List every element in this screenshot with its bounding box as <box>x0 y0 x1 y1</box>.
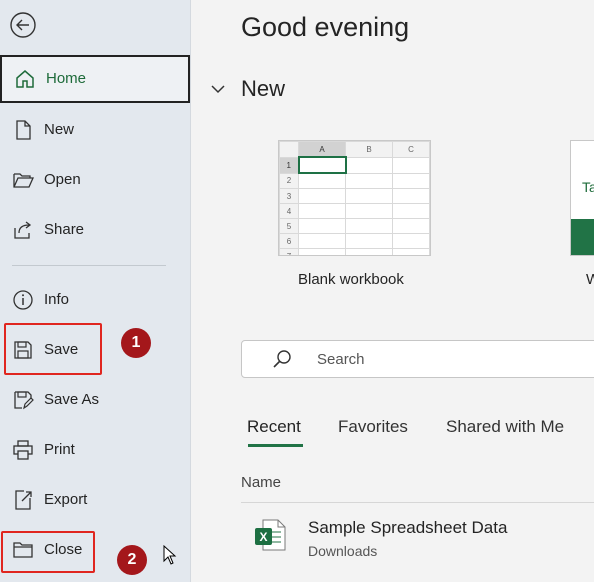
template-label: Blank workbook <box>298 271 404 288</box>
column-header: A <box>298 141 346 158</box>
folder-open-icon <box>12 169 35 191</box>
svg-text:X: X <box>259 530 267 544</box>
export-icon <box>12 489 34 511</box>
sidebar-item-share[interactable]: Share <box>0 206 190 254</box>
column-header: B <box>345 141 393 158</box>
search-input[interactable]: Search <box>241 340 594 378</box>
row-header: 5 <box>279 218 299 234</box>
sidebar-item-label: Export <box>44 491 88 508</box>
row-header: 6 <box>279 233 299 249</box>
info-icon <box>12 289 34 311</box>
search-placeholder: Search <box>317 351 365 368</box>
excel-file-icon: X <box>254 518 286 552</box>
step-badge-1: 1 <box>121 328 151 358</box>
sidebar-item-label: Info <box>44 291 70 308</box>
save-as-icon <box>12 389 34 411</box>
home-icon <box>14 68 36 90</box>
template-label: W <box>586 271 594 288</box>
row-header: 7 <box>279 248 299 255</box>
sidebar-item-label: Home <box>46 70 87 87</box>
sidebar-item-export[interactable]: Export <box>0 476 190 524</box>
sidebar-item-home[interactable]: Home <box>0 55 190 103</box>
template-preview-bar <box>571 219 594 255</box>
active-tab-indicator <box>248 444 303 447</box>
sidebar-item-label: Save As <box>44 391 100 408</box>
tab-recent[interactable]: Recent <box>247 417 301 437</box>
sidebar-item-label: New <box>44 121 75 138</box>
share-icon <box>12 219 34 241</box>
page-title: Good evening <box>241 12 410 42</box>
sidebar-item-open[interactable]: Open <box>0 156 190 204</box>
row-header: 4 <box>279 203 299 219</box>
template-thumbnail-2[interactable]: Ta <box>570 140 594 256</box>
template-preview-text: Ta <box>582 179 594 195</box>
column-header-name[interactable]: Name <box>241 474 281 491</box>
new-document-icon <box>12 119 34 141</box>
row-header: 2 <box>279 172 299 189</box>
print-icon <box>12 439 34 461</box>
backstage-sidebar: Home New Open Share Info Save Save As Pr… <box>0 0 191 582</box>
list-divider <box>241 502 594 503</box>
blank-workbook-template[interactable]: A B C 1 2 3 4 5 6 7 <box>278 140 431 256</box>
sidebar-item-save-as[interactable]: Save As <box>0 376 190 424</box>
row-header: 3 <box>279 188 299 204</box>
sidebar-item-info[interactable]: Info <box>0 276 190 324</box>
tab-favorites[interactable]: Favorites <box>338 417 408 437</box>
file-name: Sample Spreadsheet Data <box>308 518 508 537</box>
search-icon <box>272 349 292 369</box>
sidebar-item-label: Share <box>44 221 85 238</box>
tab-shared-with-me[interactable]: Shared with Me <box>446 417 564 437</box>
sidebar-item-label: Print <box>44 441 75 458</box>
section-heading-new: New <box>241 76 286 101</box>
mouse-pointer-icon <box>163 544 177 565</box>
sidebar-divider <box>12 265 166 266</box>
file-location: Downloads <box>308 543 378 559</box>
sidebar-item-new[interactable]: New <box>0 106 190 154</box>
column-header: C <box>392 141 430 158</box>
chevron-down-icon <box>209 82 227 96</box>
sidebar-item-label: Open <box>44 171 81 188</box>
sidebar-item-print[interactable]: Print <box>0 426 190 474</box>
step-badge-2: 2 <box>117 545 147 575</box>
row-header: 1 <box>279 156 299 174</box>
close-callout-box <box>1 531 95 573</box>
list-item[interactable]: X Sample Spreadsheet Data Downloads <box>241 510 594 566</box>
back-arrow-icon[interactable] <box>9 11 37 39</box>
home-pane: Good evening New A B C 1 2 3 4 5 6 7 Bla… <box>191 0 594 582</box>
save-callout-box <box>4 323 102 375</box>
